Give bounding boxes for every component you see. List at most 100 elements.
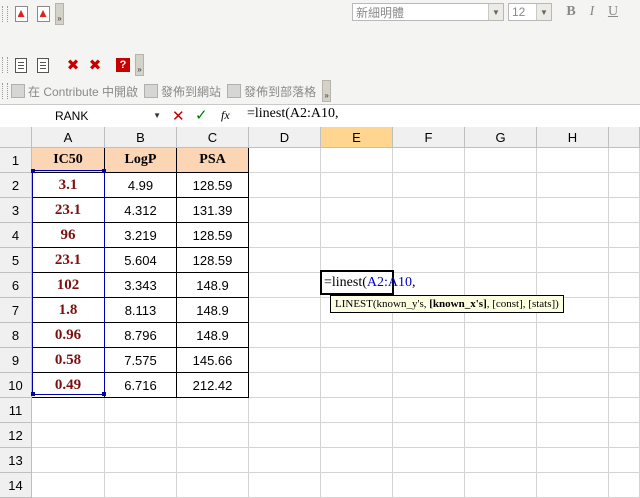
tooltip-fn[interactable]: LINEST(known_y's, — [335, 298, 429, 310]
grid-cell[interactable] — [393, 373, 465, 398]
grid-cell[interactable] — [321, 148, 393, 173]
grid-cell[interactable] — [393, 398, 465, 423]
grid-cell[interactable] — [32, 473, 105, 498]
ic50-cell[interactable]: 0.49 — [32, 373, 105, 398]
paste-doc-button[interactable] — [11, 55, 31, 75]
table-cell[interactable]: 128.59 — [177, 173, 249, 198]
grid-cell[interactable] — [465, 348, 537, 373]
grid-cell[interactable] — [393, 248, 465, 273]
row-header-13[interactable]: 13 — [0, 448, 32, 473]
row-header-5[interactable]: 5 — [0, 248, 32, 273]
grid-cell[interactable] — [609, 448, 640, 473]
table-cell[interactable]: 7.575 — [105, 348, 177, 373]
grid-cell[interactable] — [321, 173, 393, 198]
table-header-cell[interactable]: LogP — [105, 148, 177, 173]
grid-cell[interactable] — [321, 373, 393, 398]
grid-cell[interactable] — [537, 223, 609, 248]
toolbar-options-button[interactable]: » — [135, 54, 144, 76]
delete-button[interactable]: ✖ — [63, 55, 83, 75]
grid-cell[interactable] — [393, 148, 465, 173]
grid-cell[interactable] — [537, 323, 609, 348]
grid-cell[interactable] — [465, 198, 537, 223]
table-cell[interactable]: 148.9 — [177, 323, 249, 348]
tooltip-current-arg[interactable]: [known_x's] — [429, 298, 486, 310]
ic50-cell[interactable]: 3.1 — [32, 173, 105, 198]
ic50-cell[interactable]: 23.1 — [32, 198, 105, 223]
column-header-g[interactable]: G — [465, 127, 537, 148]
grid-cell[interactable] — [537, 423, 609, 448]
grid-cell[interactable] — [321, 323, 393, 348]
row-header-8[interactable]: 8 — [0, 323, 32, 348]
grid-cell[interactable] — [465, 423, 537, 448]
ic50-cell[interactable]: 0.58 — [32, 348, 105, 373]
grid-cell[interactable] — [105, 398, 177, 423]
row-header-3[interactable]: 3 — [0, 198, 32, 223]
grid-cell[interactable] — [609, 323, 640, 348]
grid-cell[interactable] — [321, 348, 393, 373]
copy-doc-button[interactable] — [33, 55, 53, 75]
table-header-cell[interactable]: IC50 — [32, 148, 105, 173]
grid-cell[interactable] — [321, 398, 393, 423]
grid-cell[interactable] — [609, 473, 640, 498]
table-cell[interactable]: 6.716 — [105, 373, 177, 398]
publish-to-website-button[interactable]: 發佈到網站 — [144, 83, 221, 100]
grid-cell[interactable] — [177, 448, 249, 473]
grid-cell[interactable] — [537, 473, 609, 498]
toolbar-grip[interactable] — [2, 57, 8, 73]
row-header-4[interactable]: 4 — [0, 223, 32, 248]
ic50-cell[interactable]: 102 — [32, 273, 105, 298]
toolbar-grip[interactable] — [2, 83, 8, 99]
grid-cell[interactable] — [537, 148, 609, 173]
toolbar-options-button[interactable]: » — [322, 80, 332, 102]
font-size-select[interactable]: 12 ▼ — [508, 3, 552, 21]
grid-cell[interactable] — [177, 398, 249, 423]
grid-cell[interactable] — [105, 423, 177, 448]
table-cell[interactable]: 131.39 — [177, 198, 249, 223]
grid-cell[interactable] — [537, 248, 609, 273]
row-header-6[interactable]: 6 — [0, 273, 32, 298]
ic50-cell[interactable]: 96 — [32, 223, 105, 248]
grid-cell[interactable] — [32, 423, 105, 448]
grid-cell[interactable] — [321, 198, 393, 223]
convert-and-email-pdf-button[interactable] — [33, 4, 53, 24]
publish-to-blog-button[interactable]: 發佈到部落格 — [227, 83, 316, 100]
grid-cell[interactable] — [249, 148, 321, 173]
grid-cell[interactable] — [177, 473, 249, 498]
grid-cell[interactable] — [249, 248, 321, 273]
grid-cell[interactable] — [465, 148, 537, 173]
cancel-icon[interactable]: ✕ — [172, 107, 185, 125]
ic50-cell[interactable]: 1.8 — [32, 298, 105, 323]
grid-cell[interactable] — [321, 448, 393, 473]
grid-cell[interactable] — [537, 198, 609, 223]
grid-cell[interactable] — [465, 248, 537, 273]
grid-cell[interactable] — [609, 148, 640, 173]
column-header-b[interactable]: B — [105, 127, 177, 148]
grid-cell[interactable] — [465, 448, 537, 473]
grid-cell[interactable] — [609, 273, 640, 298]
grid-cell[interactable] — [537, 348, 609, 373]
toolbar-grip[interactable] — [2, 6, 8, 22]
column-header-f[interactable]: F — [393, 127, 465, 148]
row-header-9[interactable]: 9 — [0, 348, 32, 373]
grid-cell[interactable] — [249, 173, 321, 198]
grid-cell[interactable] — [609, 198, 640, 223]
table-cell[interactable]: 148.9 — [177, 273, 249, 298]
formula-input[interactable]: =linest(A2:A10, — [247, 106, 339, 125]
grid-cell[interactable] — [537, 373, 609, 398]
grid-cell[interactable] — [465, 223, 537, 248]
grid-cell[interactable] — [393, 223, 465, 248]
grid-cell[interactable] — [249, 423, 321, 448]
ic50-cell[interactable]: 23.1 — [32, 248, 105, 273]
row-header-11[interactable]: 11 — [0, 398, 32, 423]
table-cell[interactable]: 148.9 — [177, 298, 249, 323]
grid-cell[interactable] — [393, 473, 465, 498]
table-cell[interactable]: 3.343 — [105, 273, 177, 298]
select-all-corner[interactable] — [0, 127, 32, 148]
grid-cell[interactable] — [249, 223, 321, 248]
grid-cell[interactable] — [537, 448, 609, 473]
column-header-c[interactable]: C — [177, 127, 249, 148]
grid-cell[interactable] — [249, 373, 321, 398]
table-cell[interactable]: 128.59 — [177, 248, 249, 273]
grid-cell[interactable] — [249, 448, 321, 473]
grid-cell[interactable] — [321, 473, 393, 498]
